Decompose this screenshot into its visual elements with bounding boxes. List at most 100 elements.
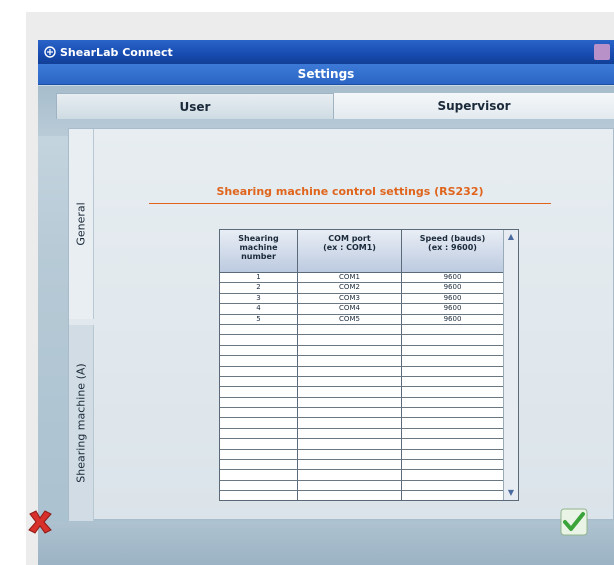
table-cell[interactable] (402, 335, 504, 345)
table-row[interactable] (220, 366, 518, 377)
table-row[interactable] (220, 428, 518, 440)
table-row[interactable]: 4 COM4 9600 (220, 304, 518, 315)
table-row[interactable] (220, 408, 518, 419)
table-cell[interactable] (220, 439, 298, 449)
table-cell[interactable] (220, 397, 298, 408)
table-cell[interactable] (402, 345, 504, 356)
table-row[interactable] (220, 397, 518, 409)
side-tab-shearing-machine-label: Shearing machine (A) (74, 363, 88, 483)
table-row[interactable] (220, 387, 518, 398)
table-row[interactable]: 1 COM1 9600 (220, 273, 518, 284)
table-cell[interactable] (298, 387, 402, 397)
table-scrollbar[interactable]: ▲ ▼ (503, 230, 518, 500)
table-cell[interactable] (402, 397, 504, 408)
table-cell[interactable] (298, 366, 402, 376)
table-cell[interactable]: 1 (220, 273, 298, 283)
table-cell[interactable]: 9600 (402, 273, 504, 283)
table-cell[interactable] (402, 324, 504, 335)
table-cell[interactable] (402, 449, 504, 460)
table-cell[interactable] (220, 449, 298, 460)
tab-supervisor[interactable]: Supervisor (334, 93, 614, 119)
table-cell[interactable] (220, 418, 298, 428)
table-cell[interactable] (220, 356, 298, 366)
table-cell[interactable] (402, 491, 504, 500)
table-cell[interactable] (298, 460, 402, 470)
table-cell[interactable] (220, 376, 298, 387)
table-cell[interactable] (298, 335, 402, 345)
table-cell[interactable]: 2 (220, 283, 298, 293)
table-row[interactable]: 2 COM2 9600 (220, 283, 518, 294)
table-cell[interactable] (402, 376, 504, 387)
table-row[interactable]: 3 COM3 9600 (220, 293, 518, 305)
table-cell[interactable] (298, 491, 402, 500)
table-cell[interactable] (220, 324, 298, 335)
table-cell[interactable] (402, 366, 504, 376)
table-cell[interactable] (298, 397, 402, 408)
table-cell[interactable] (402, 387, 504, 397)
table-cell[interactable] (298, 480, 402, 491)
table-cell[interactable] (402, 439, 504, 449)
table-cell[interactable] (402, 408, 504, 418)
table-row[interactable] (220, 449, 518, 461)
table-cell[interactable]: 9600 (402, 314, 504, 324)
table-cell[interactable] (220, 408, 298, 418)
table-cell[interactable] (220, 491, 298, 500)
table-cell[interactable] (298, 439, 402, 449)
table-cell[interactable] (220, 470, 298, 480)
table-row[interactable] (220, 335, 518, 346)
table-cell[interactable]: 4 (220, 304, 298, 314)
side-tab-general[interactable]: General (69, 129, 94, 319)
scroll-up-icon[interactable]: ▲ (505, 231, 517, 243)
table-row[interactable] (220, 439, 518, 450)
table-cell[interactable] (298, 408, 402, 418)
header-line: (ex : COM1) (323, 243, 376, 252)
table-cell[interactable] (220, 345, 298, 356)
table-cell[interactable] (298, 449, 402, 460)
table-row[interactable] (220, 324, 518, 336)
table-row[interactable] (220, 480, 518, 492)
table-cell[interactable] (402, 428, 504, 439)
tab-user[interactable]: User (56, 93, 334, 119)
side-tab-shearing-machine[interactable]: Shearing machine (A) (69, 325, 94, 521)
table-cell[interactable]: COM3 (298, 293, 402, 304)
table-cell[interactable] (402, 470, 504, 480)
table-cell[interactable] (298, 345, 402, 356)
table-cell[interactable] (220, 428, 298, 439)
table-cell[interactable] (220, 480, 298, 491)
table-cell[interactable] (402, 480, 504, 491)
table-cell[interactable] (298, 428, 402, 439)
table-row[interactable] (220, 491, 518, 500)
scroll-down-icon[interactable]: ▼ (505, 487, 517, 499)
table-cell[interactable] (402, 418, 504, 428)
table-row[interactable] (220, 418, 518, 429)
table-row[interactable]: 5 COM5 9600 (220, 314, 518, 325)
table-row[interactable] (220, 376, 518, 388)
table-cell[interactable]: 9600 (402, 293, 504, 304)
table-cell[interactable] (220, 366, 298, 376)
table-cell[interactable]: 3 (220, 293, 298, 304)
table-cell[interactable] (402, 356, 504, 366)
table-cell[interactable] (298, 470, 402, 480)
table-row[interactable] (220, 356, 518, 367)
cancel-button[interactable] (26, 508, 54, 536)
table-cell[interactable] (220, 387, 298, 397)
table-row[interactable] (220, 345, 518, 357)
table-cell[interactable]: COM4 (298, 304, 402, 314)
table-cell[interactable] (402, 460, 504, 470)
table-cell[interactable] (298, 376, 402, 387)
table-cell[interactable] (220, 335, 298, 345)
table-cell[interactable]: COM5 (298, 314, 402, 324)
table-cell[interactable]: 5 (220, 314, 298, 324)
table-row[interactable] (220, 470, 518, 481)
table-cell[interactable] (220, 460, 298, 470)
table-cell[interactable] (298, 418, 402, 428)
table-cell[interactable] (298, 356, 402, 366)
window-close-button[interactable] (594, 44, 610, 60)
ok-button[interactable] (560, 508, 588, 536)
table-row[interactable] (220, 460, 518, 471)
table-cell[interactable]: COM1 (298, 273, 402, 283)
table-cell[interactable]: 9600 (402, 283, 504, 293)
table-cell[interactable]: 9600 (402, 304, 504, 314)
table-cell[interactable]: COM2 (298, 283, 402, 293)
table-cell[interactable] (298, 324, 402, 335)
